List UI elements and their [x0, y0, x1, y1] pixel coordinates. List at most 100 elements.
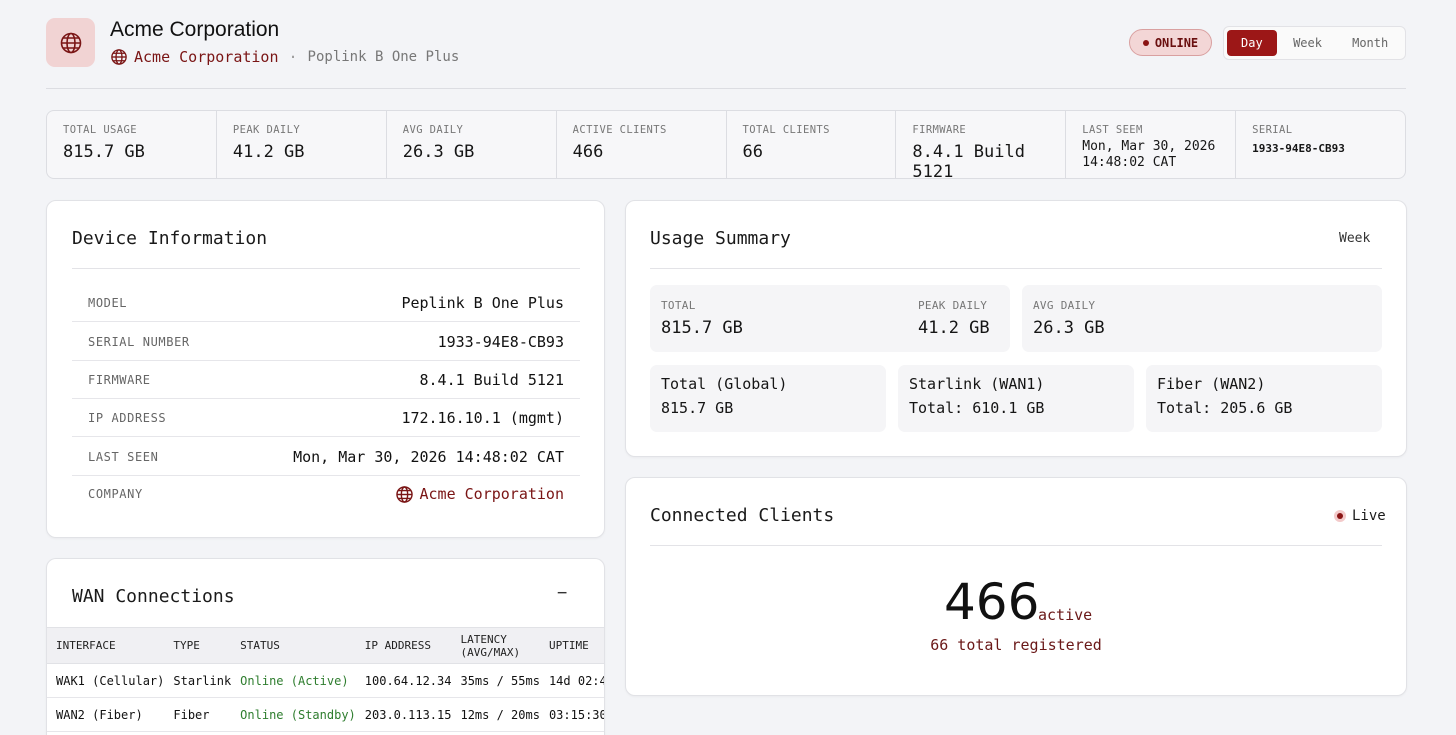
wan-box-value: Total: 205.6 GB: [1157, 399, 1293, 417]
wan-starlink-box: Starlink (WAN1) Total: 610.1 GB: [898, 365, 1134, 432]
stat-value: 1933-94E8-CB93: [1252, 142, 1345, 155]
wan-fiber-box: Fiber (WAN2) Total: 205.6 GB: [1146, 365, 1382, 432]
breadcrumb-separator: ·: [288, 48, 298, 66]
info-label: COMPANY: [88, 487, 143, 501]
header-divider: [46, 88, 1406, 89]
summary-avg-box: AVG DAILY 26.3 GB: [1022, 285, 1382, 352]
table-cell-status: Online (Active): [231, 663, 356, 698]
stat-value: 466: [572, 142, 604, 162]
card-title: WAN Connections: [72, 586, 235, 607]
stat-value: 26.3 GB: [402, 142, 475, 162]
globe-icon: [60, 32, 81, 53]
info-row-ip: IP ADDRESS 172.16.10.1 (mgmt): [72, 399, 580, 437]
column-header: UPTIME: [539, 627, 604, 664]
table-header-row: INTERFACE TYPE STATUS IP ADDRESS LATENCY…: [47, 627, 604, 664]
stat-label: LAST SEEM: [1082, 124, 1143, 136]
device-model: Poplink B One Plus: [307, 49, 460, 65]
stat-value: 66: [742, 142, 763, 162]
stat-active-clients: ACTIVE CLIENTS 466: [557, 111, 727, 178]
stat-value: 41.2 GB: [232, 142, 305, 162]
stat-firmware: FIRMWARE 8.4.1 Build 5121: [896, 111, 1067, 182]
wan-box-title: Starlink (WAN1): [909, 375, 1045, 393]
stat-label: FIRMWARE: [912, 124, 967, 136]
summary-value: 41.2 GB: [918, 318, 990, 338]
stat-label: TOTAL CLIENTS: [742, 124, 830, 136]
page-title: Acme Corporation: [110, 18, 280, 41]
stat-value: 8.4.1 Build 5121: [912, 142, 1025, 182]
info-row-serial: SERIAL NUMBER 1933-94E8-CB93: [72, 323, 580, 361]
live-indicator: Live: [1334, 508, 1386, 524]
info-label: FIRMWARE: [88, 372, 151, 387]
page-header: Acme Corporation Acme Corporation · Popl…: [46, 18, 1406, 70]
range-week-button[interactable]: Week: [1279, 30, 1337, 56]
card-title: Connected Clients: [650, 505, 835, 526]
card-title: Usage Summary: [650, 228, 791, 249]
info-row-model: MODEL Peplink B One Plus: [72, 284, 580, 322]
info-label: SERIAL NUMBER: [88, 334, 190, 349]
wan-table: INTERFACE TYPE STATUS IP ADDRESS LATENCY…: [47, 627, 604, 732]
table-cell: WAK1 (Cellular): [47, 663, 165, 698]
column-header-line: LATENCY: [460, 632, 507, 646]
status-dot-icon: [1142, 39, 1149, 46]
summary-label: PEAK DAILY: [918, 299, 988, 312]
stats-strip: TOTAL USAGE 815.7 GB PEAK DAILY 41.2 GB …: [46, 110, 1406, 182]
table-cell: 03:15:30: [539, 697, 604, 732]
wan-box-value: 815.7 GB: [661, 399, 734, 417]
stat-label: ACTIVE CLIENTS: [572, 124, 667, 136]
range-month-button[interactable]: Month: [1338, 30, 1402, 56]
wan-box-title: Total (Global): [661, 375, 788, 393]
live-label: Live: [1352, 508, 1386, 524]
info-row-company: COMPANY Acme Corporation: [72, 476, 580, 512]
stat-last-seen: LAST SEEM Mon, Mar 30, 2026 14:48:02 CAT: [1066, 111, 1237, 178]
range-selector[interactable]: Week: [1339, 231, 1370, 246]
summary-total-peak-box: TOTAL 815.7 GB PEAK DAILY 41.2 GB: [650, 285, 1010, 352]
summary-value: 26.3 GB: [1033, 318, 1105, 338]
table-cell: Fiber: [164, 697, 232, 732]
globe-icon: [111, 49, 127, 65]
device-info-card: Device Information MODEL Peplink B One P…: [46, 200, 605, 538]
column-header-line: (AVG/MAX): [460, 645, 521, 659]
stat-label: PEAK DAILY: [232, 124, 301, 136]
table-cell: 35ms / 55ms: [451, 663, 540, 698]
card-divider: [650, 268, 1382, 269]
info-row-firmware: FIRMWARE 8.4.1 Build 5121: [72, 361, 580, 399]
status-badge: ONLINE: [1129, 29, 1212, 56]
info-label: IP ADDRESS: [88, 410, 167, 425]
active-label: active: [1038, 606, 1093, 624]
company-link[interactable]: Acme Corporation: [134, 48, 279, 66]
wan-card: WAN Connections − INTERFACE TYPE STATUS …: [46, 558, 605, 735]
info-value: 172.16.10.1 (mgmt): [401, 408, 564, 427]
column-header: LATENCY (AVG/MAX): [451, 627, 540, 664]
stat-label: TOTAL USAGE: [63, 124, 137, 136]
collapse-button[interactable]: −: [557, 583, 567, 603]
stat-peak-daily: PEAK DAILY 41.2 GB: [217, 111, 387, 178]
wan-total-global-box: Total (Global) 815.7 GB: [650, 365, 886, 432]
column-header: TYPE: [164, 627, 232, 664]
stat-value-date: Mon, Mar 30, 2026: [1082, 139, 1216, 154]
table-cell: 12ms / 20ms: [451, 697, 540, 732]
company-link[interactable]: Acme Corporation: [395, 485, 564, 504]
summary-label: AVG DAILY: [1033, 299, 1096, 312]
summary-label: TOTAL: [661, 299, 696, 312]
live-dot-icon: [1334, 510, 1346, 522]
status-text: ONLINE: [1154, 35, 1199, 50]
stat-label: AVG DAILY: [402, 124, 464, 136]
stat-value: Mon, Mar 30, 2026 14:48:02 CAT: [1082, 139, 1235, 171]
table-row[interactable]: WAN2 (Fiber) Fiber Online (Standby) 203.…: [47, 697, 604, 732]
company-logo: [46, 18, 95, 67]
summary-value: 815.7 GB: [661, 318, 743, 338]
table-row[interactable]: WAK1 (Cellular) Starlink Online (Active)…: [47, 663, 604, 698]
range-toggle: Day Week Month: [1223, 26, 1406, 60]
column-header: INTERFACE: [47, 627, 165, 664]
table-cell-status: Online (Standby): [231, 697, 356, 732]
range-day-button[interactable]: Day: [1227, 30, 1277, 56]
stat-serial: SERIAL 1933-94E8-CB93: [1236, 111, 1405, 178]
table-cell: Starlink: [164, 663, 232, 698]
card-divider: [72, 268, 580, 269]
info-label: MODEL: [88, 295, 128, 310]
table-cell: 100.64.12.34: [355, 663, 452, 698]
card-title: Device Information: [72, 228, 268, 249]
connected-clients-card: Connected Clients Live 466 active 66 tot…: [625, 477, 1407, 696]
stat-total-usage: TOTAL USAGE 815.7 GB: [47, 111, 217, 178]
breadcrumb: Acme Corporation · Poplink B One Plus: [110, 48, 459, 66]
